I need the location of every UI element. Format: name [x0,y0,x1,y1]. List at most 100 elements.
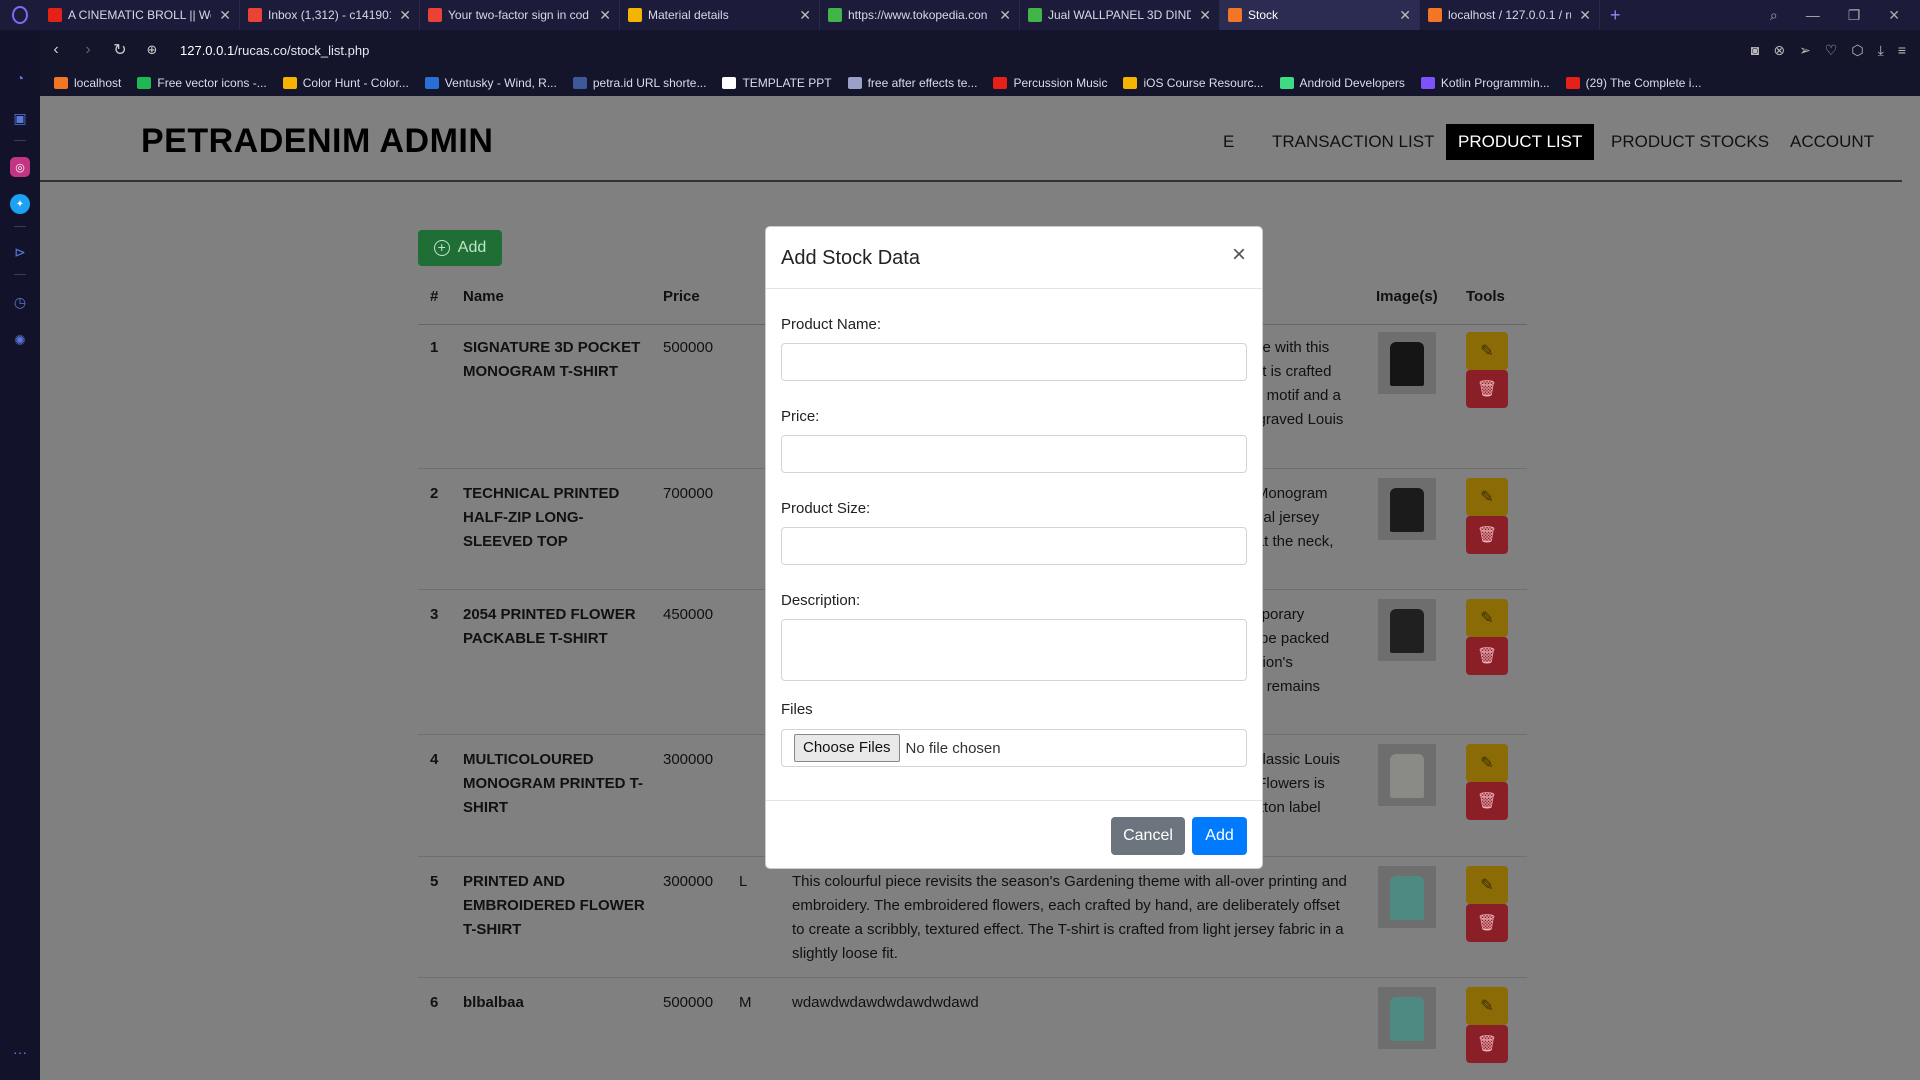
browser-tab[interactable]: Inbox (1,312) - c14190185 ✕ [240,0,420,30]
browser-tab[interactable]: Material details ✕ [620,0,820,30]
close-window-icon[interactable]: ✕ [1888,7,1900,24]
cancel-button[interactable]: Cancel [1111,817,1185,855]
bookmark-item[interactable]: Android Developers [1279,76,1405,90]
bookmark-item[interactable]: TEMPLATE PPT [722,76,832,90]
back-icon[interactable]: ‹ [40,41,72,59]
opera-logo-icon[interactable] [0,0,40,30]
choose-files-button[interactable]: Choose Files [794,734,900,762]
new-tab-icon[interactable]: + [1600,5,1631,26]
browser-tab[interactable]: https://www.tokopedia.con ✕ [820,0,1020,30]
window-controls: ⌕ — ❐ ✕ [1770,0,1920,30]
product-image [1378,866,1436,928]
nav-partial-link[interactable]: E [1211,124,1246,160]
tshirt-image [1390,997,1424,1041]
delete-button[interactable]: 🗑 [1466,904,1508,942]
edit-button[interactable]: ✎ [1466,478,1508,516]
bookmark-item[interactable]: Percussion Music [993,76,1107,90]
bookmark-item[interactable]: Kotlin Programmin... [1420,76,1550,90]
bookmark-favicon-icon [722,77,737,89]
restore-icon[interactable]: ❐ [1848,7,1861,24]
tab-close-icon[interactable]: ✕ [599,7,611,24]
twitter-icon[interactable]: ✦ [10,194,30,214]
product-image [1378,744,1436,806]
tab-close-icon[interactable]: ✕ [799,7,811,24]
close-icon[interactable]: × [1232,243,1246,267]
add-stock-button[interactable]: + Add [418,230,502,266]
main-nav: E TRANSACTION LIST PRODUCT LIST PRODUCT … [40,124,1920,160]
reload-icon[interactable]: ↻ [104,40,136,60]
tab-close-icon[interactable]: ✕ [1579,7,1591,24]
camera-icon[interactable]: ◙ [1751,42,1759,58]
product-image [1378,987,1436,1049]
edit-button[interactable]: ✎ [1466,332,1508,370]
edit-button[interactable]: ✎ [1466,599,1508,637]
product-name-label: Product Name: [781,316,882,333]
delete-button[interactable]: 🗑 [1466,370,1508,408]
speed-dial-icon[interactable]: ◔ [10,68,30,88]
cube-icon[interactable]: ⬡ [1851,42,1863,59]
product-size-input[interactable] [781,527,1247,565]
heart-icon[interactable]: ♡ [1825,42,1838,59]
browser-tab[interactable]: A CINEMATIC BROLL || Wo ✕ [40,0,240,30]
nav-account[interactable]: ACCOUNT [1778,124,1886,160]
send-icon[interactable]: ➢ [1799,42,1811,59]
edit-button[interactable]: ✎ [1466,987,1508,1025]
nav-transaction-list[interactable]: TRANSACTION LIST [1260,124,1446,160]
settings-icon[interactable]: ✺ [10,330,30,350]
tab-close-icon[interactable]: ✕ [999,7,1011,24]
browser-tab[interactable]: Jual WALLPANEL 3D DINDI ✕ [1020,0,1220,30]
edit-button[interactable]: ✎ [1466,866,1508,904]
menu-icon[interactable]: ≡ [1898,42,1906,58]
product-name-input[interactable] [781,343,1247,381]
bookmark-item[interactable]: localhost [54,76,121,90]
bookmark-item[interactable]: Ventusky - Wind, R... [424,76,557,90]
nav-product-list[interactable]: PRODUCT LIST [1446,124,1595,160]
more-icon[interactable]: ··· [10,1042,30,1062]
bookmark-favicon-icon [1565,77,1580,89]
submit-add-button[interactable]: Add [1192,817,1247,855]
player-icon[interactable]: ⊳ [10,242,30,262]
adblock-icon[interactable]: ⊗ [1773,42,1785,59]
delete-button[interactable]: 🗑 [1466,637,1508,675]
browser-tab[interactable]: localhost / 127.0.0.1 / ruca ✕ [1420,0,1600,30]
product-name: TECHNICAL PRINTED HALF-ZIP LONG-SLEEVED … [463,485,620,550]
shopping-icon[interactable]: ▣ [10,108,30,128]
product-price: 700000 [663,485,714,502]
bookmark-item[interactable]: petra.id URL shorte... [572,76,706,90]
browser-tab[interactable]: Stock ✕ [1220,0,1420,30]
bookmark-item[interactable]: free after effects te... [847,76,977,90]
tshirt-image [1390,342,1424,386]
bookmark-item[interactable]: (29) The Complete i... [1565,76,1702,90]
forward-icon[interactable]: › [72,41,104,59]
search-tabs-icon[interactable]: ⌕ [1770,7,1778,24]
bookmark-item[interactable]: Color Hunt - Color... [282,76,409,90]
nav-product-stocks[interactable]: PRODUCT STOCKS [1599,124,1781,160]
tab-close-icon[interactable]: ✕ [399,7,411,24]
tab-close-icon[interactable]: ✕ [1199,7,1211,24]
download-icon[interactable]: ⤓ [1878,42,1884,59]
minimize-icon[interactable]: — [1806,7,1820,23]
edit-button[interactable]: ✎ [1466,744,1508,782]
delete-button[interactable]: 🗑 [1466,1025,1508,1063]
product-image [1378,478,1436,540]
delete-button[interactable]: 🗑 [1466,782,1508,820]
description-textarea[interactable] [781,619,1247,681]
tshirt-image [1390,488,1424,532]
description-label: Description: [781,592,861,609]
bookmark-label: (29) The Complete i... [1585,76,1702,90]
tab-close-icon[interactable]: ✕ [219,7,231,24]
tab-close-icon[interactable]: ✕ [1399,7,1411,24]
bookmark-item[interactable]: iOS Course Resourc... [1123,76,1264,90]
history-icon[interactable]: ◷ [10,292,30,312]
tab-title: https://www.tokopedia.con [848,8,988,22]
bookmark-favicon-icon [1279,77,1294,89]
browser-tab[interactable]: Your two-factor sign in cod ✕ [420,0,620,30]
file-input[interactable]: Choose Files No file chosen [781,729,1247,767]
instagram-icon[interactable]: ◎ [10,157,30,177]
url-field[interactable]: 127.0.0.1/rucas.co/stock_list.php [180,43,369,58]
price-input[interactable] [781,435,1247,473]
site-info-icon[interactable]: ⊕ [136,42,168,58]
bookmark-item[interactable]: Free vector icons -... [137,76,267,90]
delete-button[interactable]: 🗑 [1466,516,1508,554]
bookmark-label: Percussion Music [1013,76,1108,90]
